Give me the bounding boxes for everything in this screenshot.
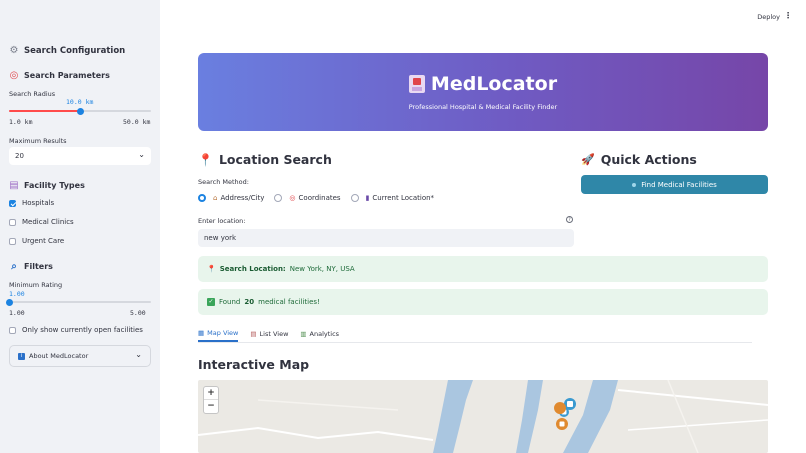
search-radius-min: 1.0 km	[9, 118, 33, 126]
checkbox-urgent-care[interactable]: Urgent Care	[9, 237, 64, 245]
clipboard-icon: ▤	[9, 180, 19, 191]
map-zoom-control: + −	[203, 386, 219, 414]
checkbox-urgent-care-box[interactable]	[9, 237, 16, 245]
chart-icon: ▥	[300, 329, 307, 338]
map-road	[667, 380, 699, 453]
map-icon: ▦	[198, 328, 205, 337]
max-results-select[interactable]: 20 ⌄	[9, 147, 151, 165]
map-water-east-river	[516, 380, 543, 453]
help-icon[interactable]: ?	[566, 216, 573, 223]
found-facilities-alert: ✓ Found 20 medical facilities!	[198, 289, 768, 315]
app-subtitle: Professional Hospital & Medical Facility…	[408, 103, 558, 111]
pin-icon: 📍	[207, 265, 216, 273]
minimum-rating-label: Minimum Rating	[9, 281, 63, 289]
quick-actions-heading: 🚀 Quick Actions	[581, 152, 697, 167]
deploy-button[interactable]: Deploy	[757, 13, 780, 21]
search-method-radio-group: ⌂ Address/City ◎ Coordinates ▮ Current L…	[198, 194, 434, 202]
sidebar-title: ⚙ Search Configuration	[9, 45, 126, 56]
checkbox-medical-clinics-box[interactable]	[9, 218, 16, 226]
kebab-icon[interactable]: ⋮	[784, 11, 792, 20]
gear-icon: ⚙	[9, 45, 19, 56]
magnifier-icon: ⌕	[11, 261, 17, 272]
minimum-rating-max: 5.00	[130, 309, 146, 317]
checkbox-open-only-box[interactable]	[9, 326, 16, 334]
house-icon: ⌂	[213, 194, 218, 202]
map-water-hudson	[433, 380, 473, 453]
search-radius-value: 10.0 km	[66, 98, 94, 106]
tab-map-view[interactable]: ▦ Map View	[198, 325, 239, 342]
hero-banner: MedLocator Professional Hospital & Medic…	[198, 53, 768, 131]
search-parameters-heading: ◎ Search Parameters	[9, 70, 110, 81]
chevron-down-icon: ⌄	[138, 150, 145, 159]
max-results-label: Maximum Results	[9, 137, 67, 145]
rocket-icon: 🚀	[581, 153, 595, 166]
facility-types-heading: ▤ Facility Types	[9, 180, 85, 191]
checkbox-hospitals[interactable]: Hospitals	[9, 199, 54, 207]
map-water-harlem	[563, 380, 618, 453]
interactive-map[interactable]: + −	[198, 380, 768, 453]
search-radius-label: Search Radius	[9, 90, 56, 98]
zoom-in-button[interactable]: +	[204, 387, 218, 400]
app-title: MedLocator	[198, 73, 768, 95]
map-road	[627, 419, 768, 431]
tab-list-view[interactable]: ▤ List View	[250, 325, 288, 342]
search-radius-max: 50.0 km	[123, 118, 151, 126]
search-method-label: Search Method:	[198, 178, 249, 186]
map-road	[198, 426, 434, 441]
filters-heading: ⌕ Filters	[9, 261, 53, 272]
results-tabs: ▦ Map View ▤ List View ▥ Analytics	[198, 325, 752, 343]
minimum-rating-value: 1.00	[9, 290, 25, 298]
map-title: Interactive Map	[198, 357, 310, 372]
enter-location-label: Enter location:	[198, 217, 246, 225]
radio-address-city[interactable]: ⌂ Address/City	[198, 194, 264, 202]
find-facilities-button[interactable]: Find Medical Facilities	[581, 175, 768, 194]
radio-current-location[interactable]: ▮ Current Location*	[350, 194, 434, 202]
checkbox-hospitals-box[interactable]	[9, 199, 16, 207]
tab-analytics[interactable]: ▥ Analytics	[300, 325, 339, 342]
target-icon: ◎	[9, 70, 19, 81]
radio-coordinates[interactable]: ◎ Coordinates	[274, 194, 341, 202]
target-icon: ◎	[289, 194, 296, 202]
search-radius-handle[interactable]	[76, 107, 84, 115]
sidebar: ⚙ Search Configuration ◎ Search Paramete…	[0, 0, 160, 453]
search-location-alert: 📍 Search Location: New York, NY, USA	[198, 256, 768, 282]
dot-icon	[632, 182, 637, 187]
about-expander[interactable]: i About MedLocator ⌄	[9, 345, 151, 367]
info-icon: i	[18, 352, 25, 360]
checkbox-medical-clinics[interactable]: Medical Clinics	[9, 218, 74, 226]
radio-address-city-dot[interactable]	[198, 194, 206, 202]
location-search-heading: 📍 Location Search	[198, 152, 332, 167]
checkbox-open-only[interactable]: Only show currently open facilities	[9, 326, 143, 334]
location-input[interactable]: new york	[198, 229, 574, 247]
zoom-out-button[interactable]: −	[204, 400, 218, 413]
minimum-rating-min: 1.00	[9, 309, 25, 317]
minimum-rating-slider[interactable]	[5, 298, 151, 306]
main-content: Deploy ⋮ MedLocator Professional Hospita…	[160, 0, 806, 453]
phone-icon: ▮	[365, 194, 370, 202]
search-radius-slider[interactable]	[9, 107, 151, 115]
radio-current-location-dot[interactable]	[350, 194, 359, 202]
radio-coordinates-dot[interactable]	[274, 194, 283, 202]
list-icon: ▤	[250, 329, 257, 338]
hospital-icon	[408, 75, 425, 93]
search-radius-fill	[9, 110, 80, 112]
map-road	[257, 399, 399, 411]
max-results-value: 20	[15, 152, 24, 160]
map-road	[617, 389, 768, 406]
checkmark-icon: ✓	[207, 298, 215, 306]
chevron-down-icon: ⌄	[135, 350, 142, 359]
map-tiles	[198, 380, 768, 453]
pin-icon: 📍	[198, 152, 213, 167]
minimum-rating-handle[interactable]	[5, 298, 13, 306]
